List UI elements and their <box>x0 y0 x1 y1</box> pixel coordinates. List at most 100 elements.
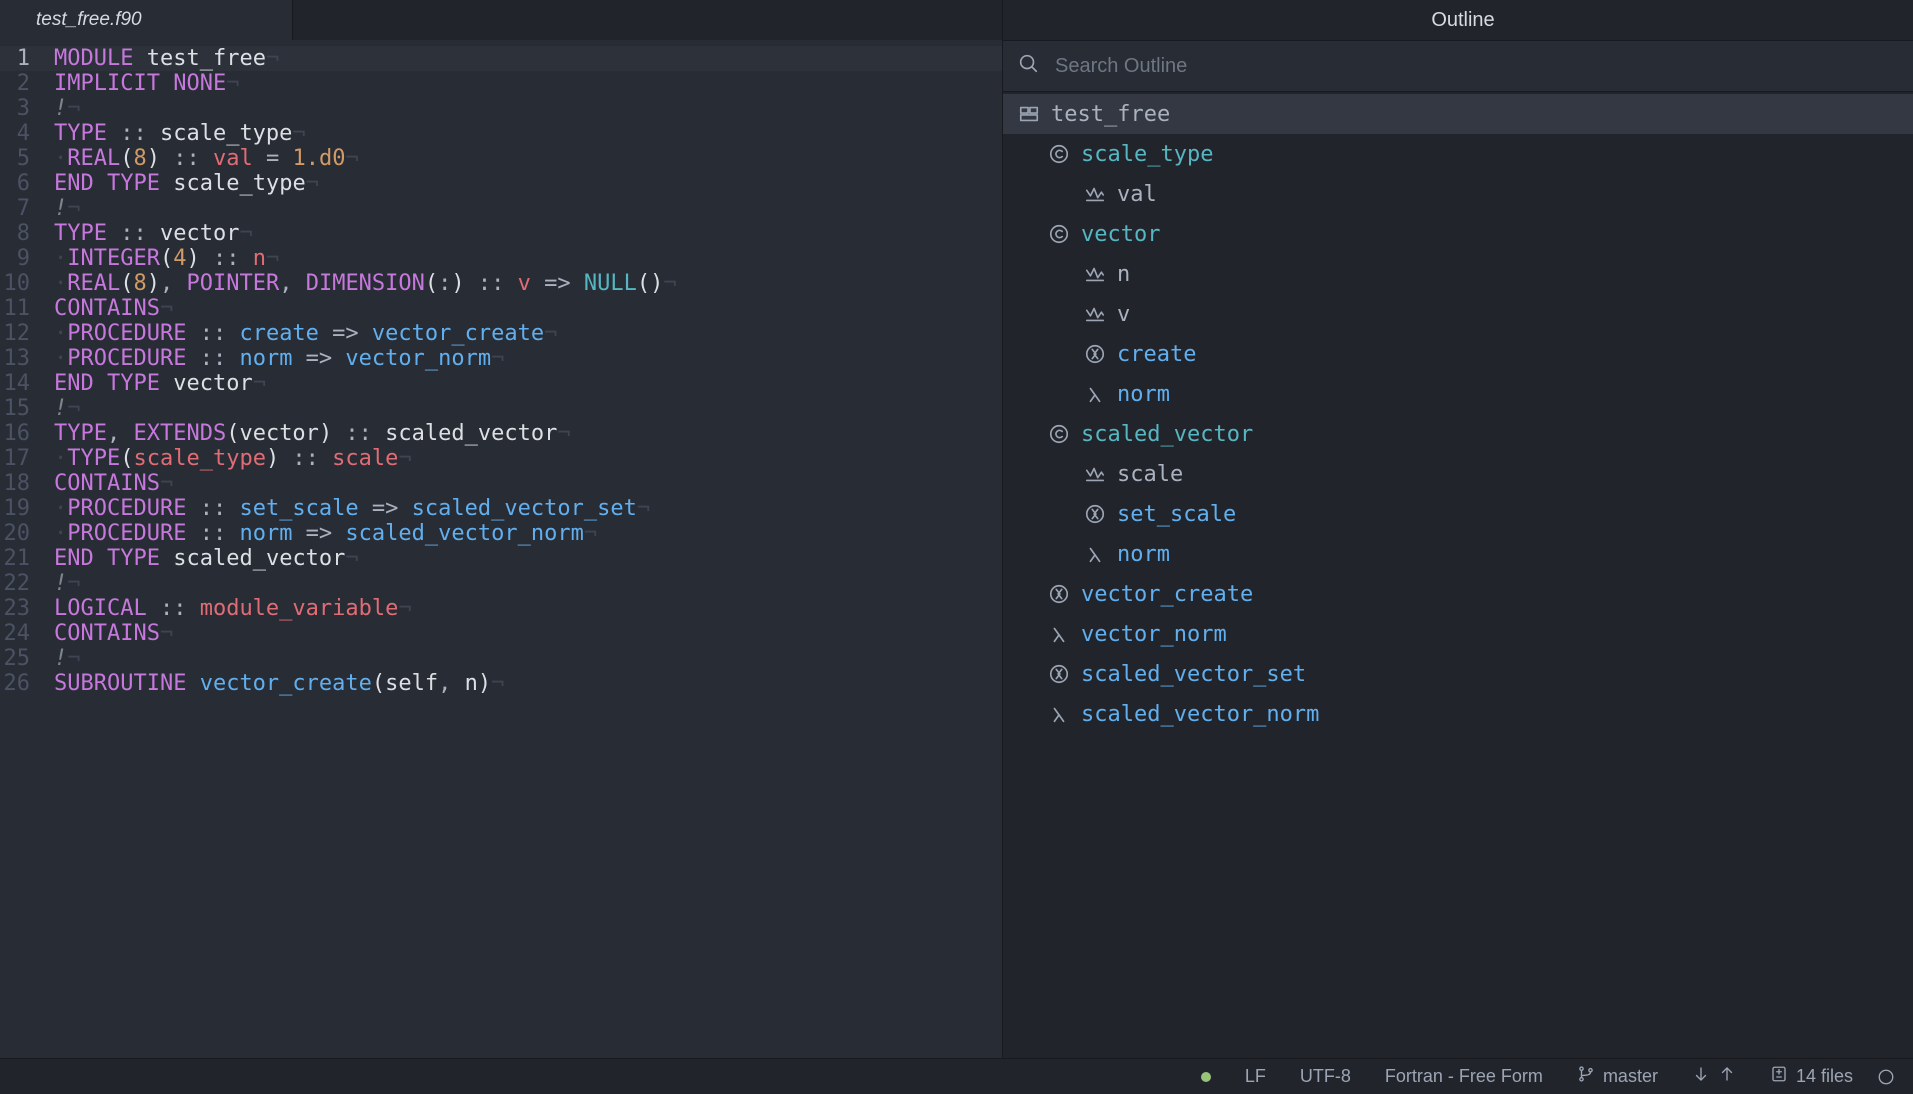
outline-item-label: vector_norm <box>1081 622 1227 647</box>
outline-item-label: scaled_vector_set <box>1081 662 1306 687</box>
code-line-content: CONTAINS¬ <box>50 471 1002 496</box>
code-line[interactable]: 26SUBROUTINE vector_create(self, n)¬ <box>0 671 1002 696</box>
code-line[interactable]: 14END TYPE vector¬ <box>0 371 1002 396</box>
code-line[interactable]: 23LOGICAL :: module_variable¬ <box>0 596 1002 621</box>
code-line[interactable]: 19·PROCEDURE :: set_scale => scaled_vect… <box>0 496 1002 521</box>
outline-item-label: scaled_vector <box>1081 422 1253 447</box>
outline-item[interactable]: create <box>1003 334 1913 374</box>
code-line-content: ·PROCEDURE :: norm => vector_norm¬ <box>50 346 1002 371</box>
line-number: 3 <box>0 96 50 121</box>
code-line[interactable]: 16TYPE, EXTENDS(vector) :: scaled_vector… <box>0 421 1002 446</box>
line-number: 2 <box>0 71 50 96</box>
outline-item[interactable]: norm <box>1003 374 1913 414</box>
outline-item[interactable]: norm <box>1003 534 1913 574</box>
code-area[interactable]: 1MODULE test_free¬2IMPLICIT NONE¬3!¬4TYP… <box>0 40 1002 1058</box>
status-grammar[interactable]: Fortran - Free Form <box>1385 1066 1543 1087</box>
outline-item-label: norm <box>1117 382 1170 407</box>
lambda-icon <box>1083 383 1107 405</box>
code-line[interactable]: 12·PROCEDURE :: create => vector_create¬ <box>0 321 1002 346</box>
outline-item[interactable]: v <box>1003 294 1913 334</box>
line-number: 21 <box>0 546 50 571</box>
outline-item[interactable]: n <box>1003 254 1913 294</box>
code-line[interactable]: 24CONTAINS¬ <box>0 621 1002 646</box>
outline-item[interactable]: scaled_vector_set <box>1003 654 1913 694</box>
code-line[interactable]: 11CONTAINS¬ <box>0 296 1002 321</box>
var-icon <box>1083 303 1107 325</box>
line-number: 15 <box>0 396 50 421</box>
outline-item-label: scale_type <box>1081 142 1213 167</box>
line-number: 24 <box>0 621 50 646</box>
status-overflow[interactable] <box>1877 1068 1895 1086</box>
line-number: 4 <box>0 121 50 146</box>
outline-search-input[interactable] <box>1053 54 1899 79</box>
outline-item[interactable]: scaled_vector_norm <box>1003 694 1913 734</box>
code-line-content: !¬ <box>50 571 1002 596</box>
code-line-content: TYPE :: scale_type¬ <box>50 121 1002 146</box>
outline-item-label: n <box>1117 262 1130 287</box>
code-line-content: CONTAINS¬ <box>50 621 1002 646</box>
code-line[interactable]: 6END TYPE scale_type¬ <box>0 171 1002 196</box>
code-line[interactable]: 21END TYPE scaled_vector¬ <box>0 546 1002 571</box>
code-line[interactable]: 25!¬ <box>0 646 1002 671</box>
code-line[interactable]: 18CONTAINS¬ <box>0 471 1002 496</box>
status-files-label: 14 files <box>1796 1066 1853 1087</box>
code-line[interactable]: 1MODULE test_free¬ <box>0 46 1002 71</box>
line-number: 16 <box>0 421 50 446</box>
outline-item[interactable]: vector_norm <box>1003 614 1913 654</box>
editor-pane: test_free.f90 1MODULE test_free¬2IMPLICI… <box>0 0 1002 1058</box>
outline-item-label: norm <box>1117 542 1170 567</box>
code-line[interactable]: 8TYPE :: vector¬ <box>0 221 1002 246</box>
outline-header: Outline <box>1003 0 1913 40</box>
code-line-content: TYPE :: vector¬ <box>50 221 1002 246</box>
line-number: 18 <box>0 471 50 496</box>
line-number: 20 <box>0 521 50 546</box>
status-branch[interactable]: master <box>1577 1065 1658 1088</box>
outline-item[interactable]: test_free <box>1003 94 1913 134</box>
code-line[interactable]: 7!¬ <box>0 196 1002 221</box>
outline-item[interactable]: scale <box>1003 454 1913 494</box>
outline-item[interactable]: set_scale <box>1003 494 1913 534</box>
code-line[interactable]: 4TYPE :: scale_type¬ <box>0 121 1002 146</box>
code-line[interactable]: 10·REAL(8), POINTER, DIMENSION(:) :: v =… <box>0 271 1002 296</box>
status-files[interactable]: 14 files <box>1770 1065 1853 1088</box>
code-line[interactable]: 2IMPLICIT NONE¬ <box>0 71 1002 96</box>
git-branch-icon <box>1577 1065 1595 1088</box>
class-icon <box>1047 423 1071 445</box>
code-line[interactable]: 17·TYPE(scale_type) :: scale¬ <box>0 446 1002 471</box>
status-fetch[interactable] <box>1692 1065 1736 1088</box>
code-line-content: ·REAL(8) :: val = 1.d0¬ <box>50 146 1002 171</box>
tab-active[interactable]: test_free.f90 <box>0 0 293 40</box>
code-line[interactable]: 13·PROCEDURE :: norm => vector_norm¬ <box>0 346 1002 371</box>
outline-item-label: val <box>1117 182 1157 207</box>
code-line-content: !¬ <box>50 646 1002 671</box>
code-line-content: ·REAL(8), POINTER, DIMENSION(:) :: v => … <box>50 271 1002 296</box>
outline-item[interactable]: vector <box>1003 214 1913 254</box>
status-encoding[interactable]: UTF-8 <box>1300 1066 1351 1087</box>
outline-item-label: scaled_vector_norm <box>1081 702 1319 727</box>
outline-item[interactable]: scaled_vector <box>1003 414 1913 454</box>
code-line[interactable]: 15!¬ <box>0 396 1002 421</box>
code-line[interactable]: 20·PROCEDURE :: norm => scaled_vector_no… <box>0 521 1002 546</box>
code-line[interactable]: 5·REAL(8) :: val = 1.d0¬ <box>0 146 1002 171</box>
app-root: test_free.f90 1MODULE test_free¬2IMPLICI… <box>0 0 1913 1094</box>
outline-item[interactable]: scale_type <box>1003 134 1913 174</box>
line-number: 6 <box>0 171 50 196</box>
code-line-content: !¬ <box>50 196 1002 221</box>
code-line[interactable]: 3!¬ <box>0 96 1002 121</box>
line-number: 1 <box>0 46 50 71</box>
main-area: test_free.f90 1MODULE test_free¬2IMPLICI… <box>0 0 1913 1058</box>
code-line[interactable]: 22!¬ <box>0 571 1002 596</box>
module-icon <box>1017 103 1041 125</box>
outline-title: Outline <box>1431 9 1494 32</box>
status-line-ending[interactable]: LF <box>1245 1066 1266 1087</box>
code-line-content: TYPE, EXTENDS(vector) :: scaled_vector¬ <box>50 421 1002 446</box>
outline-item[interactable]: vector_create <box>1003 574 1913 614</box>
outline-item-label: set_scale <box>1117 502 1236 527</box>
class-icon <box>1047 143 1071 165</box>
outline-item-label: v <box>1117 302 1130 327</box>
outline-item[interactable]: val <box>1003 174 1913 214</box>
line-number: 17 <box>0 446 50 471</box>
code-line[interactable]: 9·INTEGER(4) :: n¬ <box>0 246 1002 271</box>
outline-panel: Outline test_free scale_typeval vector nv cr… <box>1002 0 1913 1058</box>
var-icon <box>1083 463 1107 485</box>
